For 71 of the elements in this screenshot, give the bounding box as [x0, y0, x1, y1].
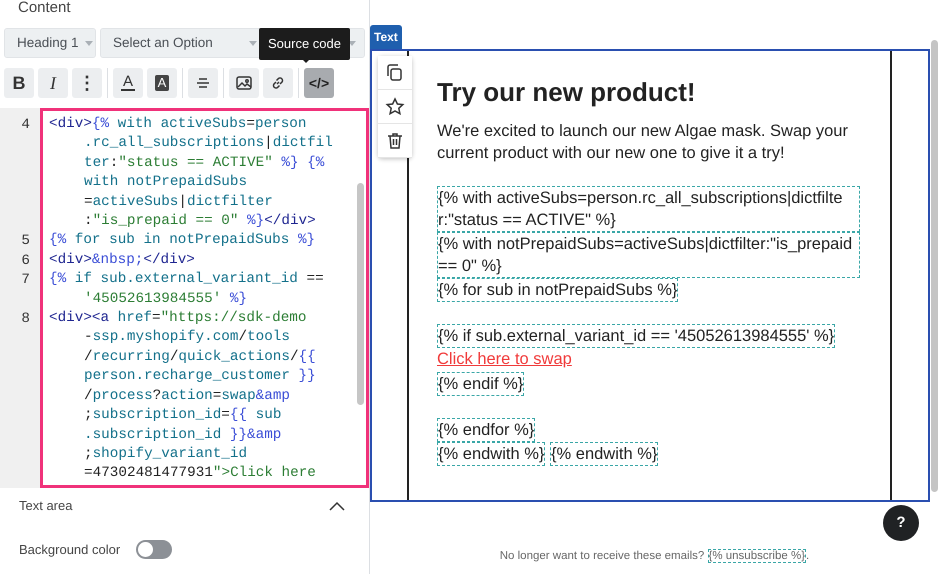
background-color-button[interactable]: A	[147, 68, 177, 98]
template-tag: {% with notPrepaidSubs=activeSubs|dictfilter:"is_prepaid == 0" %}	[437, 232, 860, 278]
footer-text: No longer want to receive these emails?	[500, 550, 704, 562]
template-tag: {% endwith %}	[550, 442, 658, 466]
heading: Try our new product!	[437, 77, 697, 108]
help-button[interactable]: ?	[883, 505, 919, 541]
section-title: Text area	[19, 497, 72, 515]
toggle-label: Background color	[19, 540, 120, 559]
code-line: {% if sub.external_variant_id ==	[49, 270, 325, 290]
bold-button[interactable]: B	[4, 68, 34, 98]
trash-icon	[385, 130, 405, 150]
code-line: -ssp.myshopify.com/tools	[83, 328, 291, 348]
align-center-icon	[196, 77, 210, 89]
scrollbar[interactable]	[357, 183, 364, 405]
line-number: 4	[20, 116, 31, 135]
template-tag: {% endfor %}	[437, 418, 536, 442]
tooltip: Source code	[259, 28, 350, 60]
code-line: .rc_all_subscriptions|dictfil	[83, 134, 334, 154]
code-line: person.recharge_customer }}	[83, 367, 317, 386]
code-editor[interactable]	[40, 108, 369, 488]
dropdown-label: Heading 1	[17, 34, 79, 52]
template-tag: {% endif %}	[437, 372, 524, 396]
block-label: Text	[370, 25, 402, 49]
line-number: 7	[20, 271, 31, 290]
footer-period: .	[806, 550, 810, 562]
code-line: <div>{% with activeSubs=person	[49, 115, 308, 134]
code-line: /recurring/quick_actions/{{	[83, 348, 317, 367]
copy-icon	[385, 62, 405, 82]
template-tag: {% unsubscribe %}	[708, 549, 806, 563]
scrollbar[interactable]	[931, 40, 938, 492]
code-line: .subscription_id }}&amp	[83, 426, 282, 444]
copy-button[interactable]	[378, 56, 412, 90]
paragraph: We're excited to launch our new Algae mask. Swap your current product with our new one to give it a try!	[437, 121, 849, 164]
line-number: 8	[20, 310, 31, 330]
italic-button[interactable]: I	[38, 68, 68, 98]
dropdown[interactable]: Heading 1	[4, 28, 96, 58]
source-code-button[interactable]: </>	[304, 68, 334, 98]
image-icon	[236, 76, 252, 90]
code-line: {% for sub in notPrepaidSubs %}	[49, 231, 316, 250]
code-line: <div>&nbsp;</div>	[49, 250, 196, 270]
template-tag: {% if sub.external_variant_id == '45052613984555' %}	[437, 324, 836, 348]
code-line: =47302481477931">Click here	[83, 464, 317, 484]
image-button[interactable]	[229, 68, 259, 98]
code-line: /process?action=swap&amp	[83, 386, 291, 406]
swap-link[interactable]: Click here to swap	[437, 350, 572, 368]
link-icon	[270, 75, 286, 91]
code-line: ;subscription_id={{ sub	[83, 406, 282, 426]
star-icon	[385, 96, 405, 116]
code-line: '45052613984555' %}	[83, 290, 248, 309]
panel-title: Content	[17, 0, 72, 18]
link-button[interactable]	[263, 68, 293, 98]
more-button[interactable]: ⋮	[72, 68, 102, 98]
favorite-button[interactable]	[378, 90, 412, 124]
code-line: =activeSubs|dictfilter	[83, 192, 274, 212]
line-number: 6	[20, 252, 31, 271]
chevron-up-icon[interactable]	[329, 500, 345, 511]
template-tag: {% with activeSubs=person.rc_all_subscriptions|dictfilter:"status == ACTIVE" %}	[437, 186, 860, 232]
line-number: 5	[20, 232, 31, 252]
delete-button[interactable]	[378, 124, 412, 158]
code-line: with notPrepaidSubs	[83, 173, 248, 192]
code-line: ;shopify_variant_id	[83, 444, 248, 464]
code-line: :"is_prepaid == 0" %}</div>	[83, 212, 317, 232]
toggle-switch[interactable]	[136, 540, 172, 559]
caret-icon	[84, 40, 93, 46]
dropdown-label: Select an Option	[113, 34, 213, 52]
template-tag: {% for sub in notPrepaidSubs %}	[437, 278, 678, 302]
code-line: <div><a href="https://sdk-demo	[49, 309, 308, 328]
align-button[interactable]	[188, 68, 218, 98]
text-color-button[interactable]: A	[113, 68, 143, 98]
code-line: ter:"status == ACTIVE" %} {%	[83, 154, 326, 173]
template-tag: {% endwith %}	[437, 442, 546, 466]
